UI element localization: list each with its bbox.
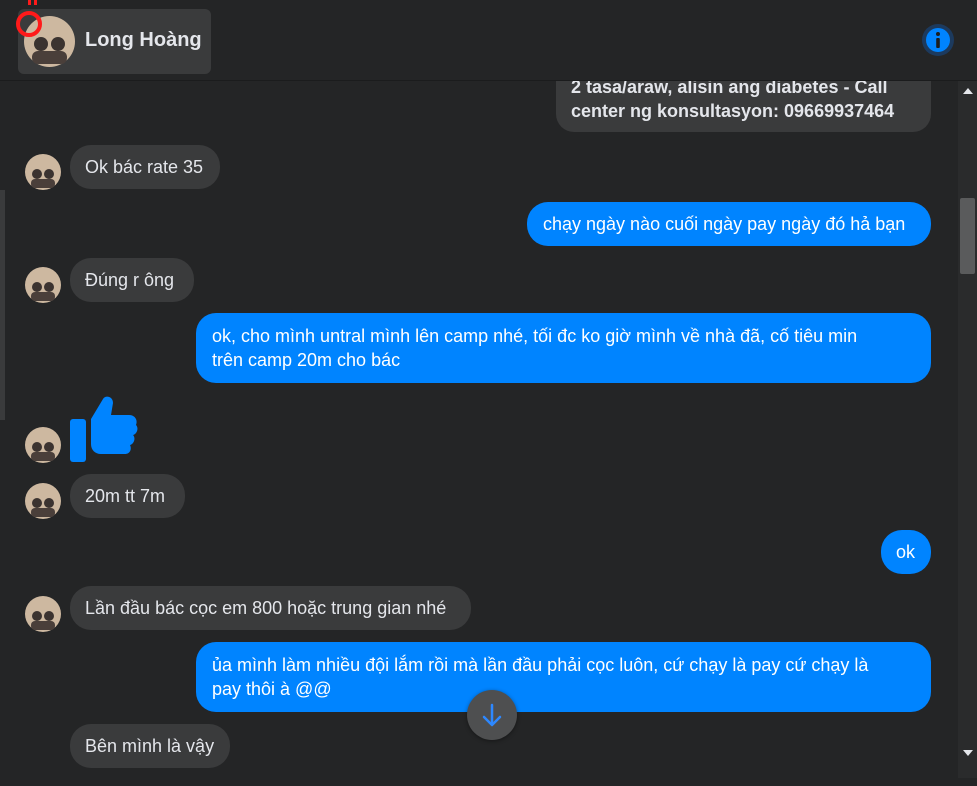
- message-text: 20m tt 7m: [85, 486, 166, 506]
- info-icon[interactable]: [921, 23, 955, 57]
- message-bubble-incoming[interactable]: Lần đầu bác cọc em 800 hoặc trung gian n…: [70, 586, 471, 630]
- message-text: Lần đầu bác cọc em 800 hoặc trung gian n…: [85, 598, 447, 618]
- message-text: Bên mình là vậy: [85, 736, 215, 756]
- sender-avatar[interactable]: [25, 154, 61, 190]
- message-text-line: ủa mình làm nhiều đội lắm rồi mà lần đầu…: [212, 655, 869, 675]
- message-bubble-outgoing[interactable]: ok, cho mình untral mình lên camp nhé, t…: [196, 313, 931, 383]
- scrollbar[interactable]: [958, 80, 977, 786]
- message-bubble-incoming[interactable]: Ok bác rate 35: [70, 145, 220, 189]
- left-panel-edge: [0, 190, 5, 420]
- message-text: Đúng r ông: [85, 270, 175, 290]
- scroll-to-bottom-button[interactable]: [467, 690, 517, 740]
- contact-profile-button[interactable]: Long Hoàng: [18, 9, 211, 74]
- scroll-down-arrow-icon[interactable]: [963, 750, 973, 756]
- message-text: Ok bác rate 35: [85, 157, 204, 177]
- sender-avatar[interactable]: [25, 427, 61, 463]
- message-text-line: trên camp 20m cho bác: [212, 350, 401, 370]
- message-text: chạy ngày nào cuối ngày pay ngày đó hả b…: [543, 214, 906, 234]
- message-text-line: pay thôi à @@: [212, 679, 332, 699]
- message-bubble-incoming[interactable]: Bên mình là vậy: [70, 724, 230, 768]
- message-text-line: ok, cho mình untral mình lên camp nhé, t…: [212, 326, 858, 346]
- sender-avatar[interactable]: [25, 596, 61, 632]
- sender-avatar[interactable]: [25, 483, 61, 519]
- chat-header: Long Hoàng: [0, 0, 977, 81]
- message-bubble-outgoing[interactable]: chạy ngày nào cuối ngày pay ngày đó hả b…: [527, 202, 931, 246]
- footer-edge: [0, 778, 977, 786]
- sender-avatar[interactable]: [25, 267, 61, 303]
- message-text-line: center ng konsultasyon: 09669937464: [571, 101, 895, 121]
- message-bubble-incoming[interactable]: 20m tt 7m: [70, 474, 185, 518]
- thumbs-up-icon[interactable]: [69, 393, 139, 463]
- message-text: ok: [896, 542, 916, 562]
- message-bubble-outgoing[interactable]: ok: [881, 530, 931, 574]
- contact-name: Long Hoàng: [85, 29, 202, 51]
- scroll-up-arrow-icon[interactable]: [963, 88, 973, 94]
- scrollbar-thumb[interactable]: [960, 198, 975, 274]
- message-list[interactable]: 2 tasa/araw, alisin ang diabetes - Call …: [0, 0, 960, 786]
- chat-window: 2 tasa/araw, alisin ang diabetes - Call …: [0, 0, 977, 786]
- message-bubble-outgoing[interactable]: ủa mình làm nhiều đội lắm rồi mà lần đầu…: [196, 642, 931, 712]
- message-bubble-incoming[interactable]: Đúng r ông: [70, 258, 194, 302]
- arrow-down-icon: [482, 703, 502, 727]
- status-indicator-icon: [16, 0, 42, 37]
